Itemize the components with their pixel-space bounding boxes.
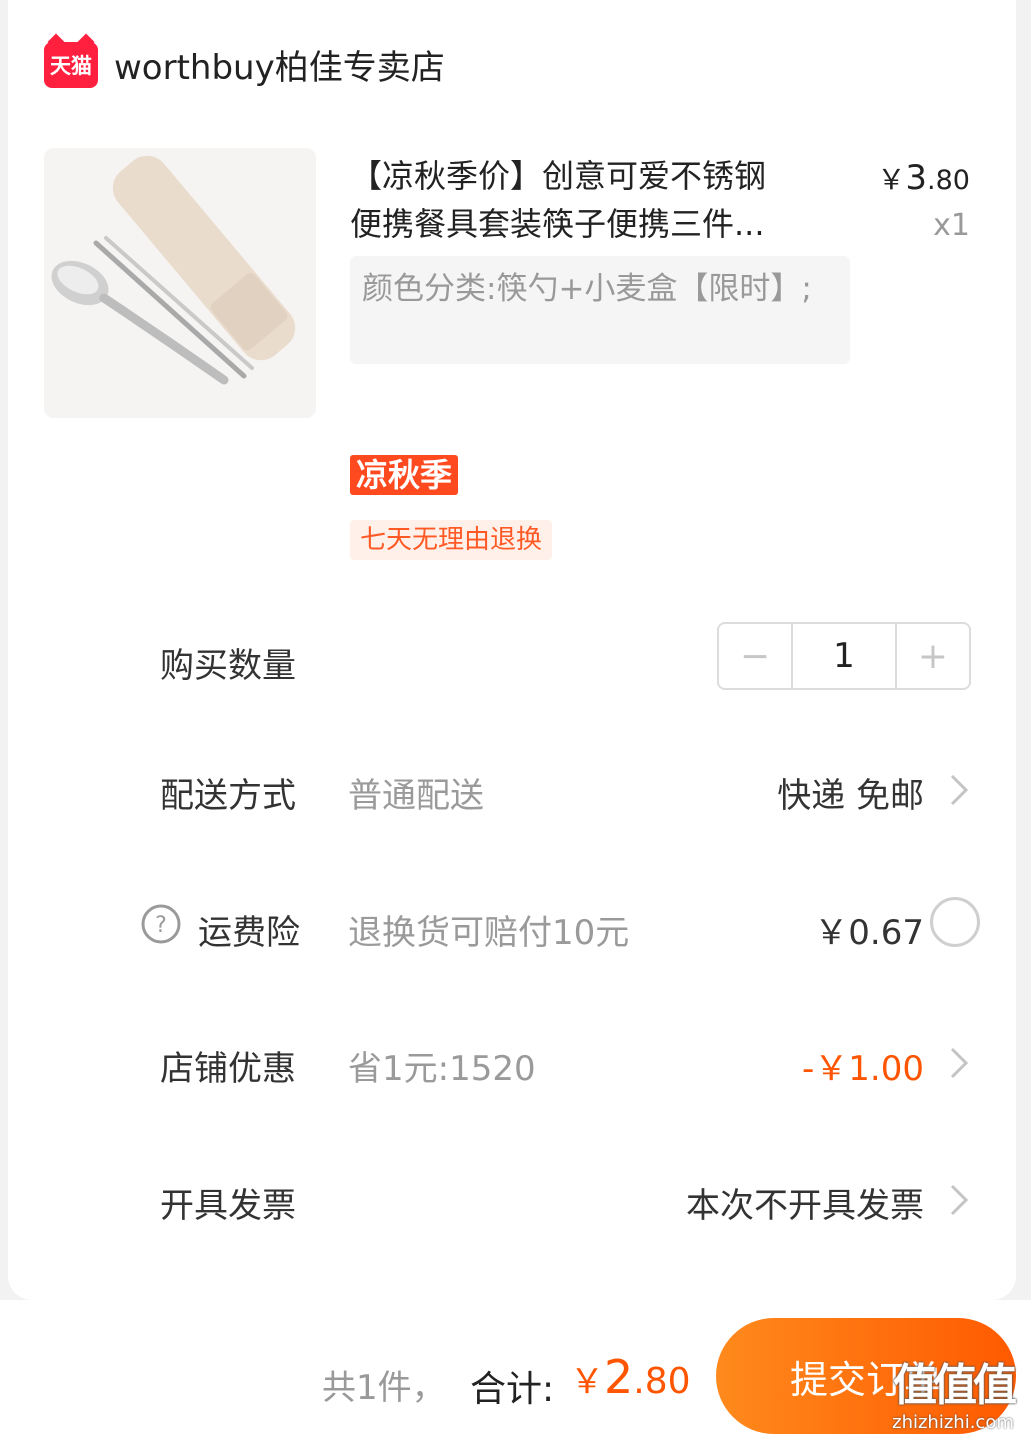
delivery-method: 普通配送	[348, 776, 484, 816]
invoice-label: 开具发票	[160, 1186, 296, 1226]
product-quantity: x1	[933, 208, 970, 243]
quantity-label: 购买数量	[160, 646, 296, 686]
store-header[interactable]: 天猫 worthbuy柏佳专卖店	[44, 40, 445, 89]
insurance-row[interactable]: ? 运费险 退换货可赔付10元 ￥0.67	[8, 897, 1016, 957]
chevron-right-icon[interactable]	[940, 770, 976, 810]
delivery-label: 配送方式	[160, 776, 296, 816]
price-integer: 3	[905, 158, 928, 198]
total-decimal: .80	[633, 1361, 691, 1402]
watermark: 值值值 zhizhizhi.com	[883, 1360, 1023, 1442]
total-currency: ￥	[570, 1362, 604, 1402]
chevron-right-icon[interactable]	[940, 1043, 976, 1083]
checkout-bar: 共1件， 合计: ￥2.80 提交订单	[0, 1300, 1031, 1450]
quantity-stepper[interactable]: − 1 +	[717, 622, 971, 690]
tmall-badge-text: 天猫	[50, 53, 92, 78]
store-name[interactable]: worthbuy柏佳专卖店	[114, 40, 445, 89]
svg-text:?: ?	[155, 913, 167, 938]
price-decimal: .80	[927, 165, 970, 196]
sku-info: 颜色分类:筷勺+小麦盒【限时】;	[350, 256, 850, 364]
insurance-label: 运费险	[198, 913, 300, 953]
watermark-url: zhizhizhi.com	[892, 1412, 1014, 1433]
product-title-line2: 便携餐具套装筷子便携三件...	[350, 205, 765, 243]
help-icon[interactable]: ?	[140, 903, 182, 945]
total-label: 合计:	[470, 1369, 555, 1410]
quantity-value[interactable]: 1	[791, 624, 897, 688]
insurance-price: ￥0.67	[814, 913, 924, 953]
promo-tag: 凉秋季	[350, 455, 459, 495]
insurance-desc: 退换货可赔付10元	[348, 913, 630, 953]
discount-label: 店铺优惠	[160, 1049, 296, 1089]
insurance-radio[interactable]	[930, 897, 980, 947]
decrement-button[interactable]: −	[719, 624, 791, 688]
total-integer: 2	[604, 1350, 634, 1404]
watermark-logo: 值值值	[893, 1360, 1017, 1411]
item-count: 共1件，	[322, 1368, 446, 1408]
service-tag: 七天无理由退换	[350, 520, 553, 560]
product-title[interactable]: 【凉秋季价】创意可爱不锈钢 便携餐具套装筷子便携三件...	[350, 152, 828, 248]
order-card: 天猫 worthbuy柏佳专卖店 【凉秋季价】创意可爱不锈钢 便携餐具套装筷子便…	[8, 0, 1016, 1300]
delivery-row[interactable]: 配送方式 普通配送 快递 免邮	[8, 760, 1016, 820]
tmall-logo: 天猫	[44, 41, 98, 88]
product-image[interactable]	[44, 148, 316, 418]
delivery-value: 快递 免邮	[777, 776, 924, 816]
invoice-value: 本次不开具发票	[686, 1186, 924, 1226]
discount-desc: 省1元:1520	[348, 1049, 536, 1089]
increment-button[interactable]: +	[897, 624, 969, 688]
product-title-line1: 【凉秋季价】创意可爱不锈钢	[350, 157, 767, 195]
price-currency: ￥	[877, 163, 906, 196]
chevron-right-icon[interactable]	[940, 1180, 976, 1220]
discount-value: -￥1.00	[802, 1049, 924, 1089]
total-amount: ￥2.80	[570, 1350, 691, 1404]
discount-row[interactable]: 店铺优惠 省1元:1520 -￥1.00	[8, 1033, 1016, 1093]
invoice-row[interactable]: 开具发票 本次不开具发票	[8, 1170, 1016, 1230]
product-price: ￥3.80	[877, 158, 970, 198]
